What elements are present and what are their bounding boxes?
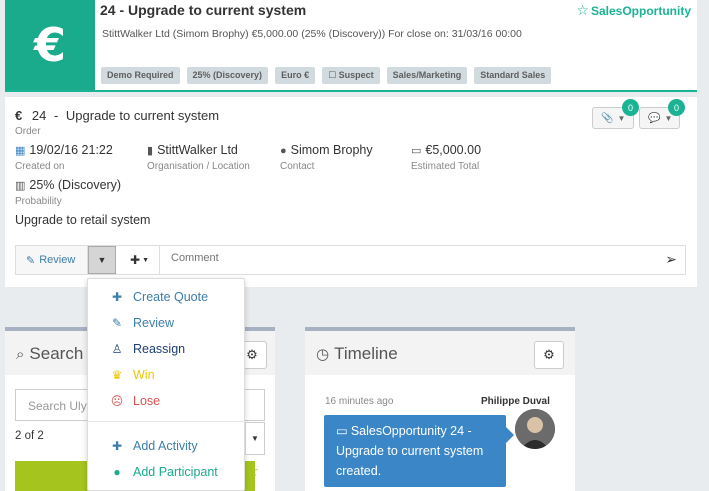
probability-label: Probability [15,196,62,207]
comments-icon: 💬 [648,112,661,124]
timeline-message[interactable]: ▭ SalesOpportunity 24 - Upgrade to curren… [324,415,514,487]
organisation-label: Organisation / Location [147,161,250,172]
tag[interactable]: ☐ Suspect [322,67,380,84]
record-subtitle: StittWalker Ltd (Simom Brophy) €5,000.00… [102,28,522,40]
caret-down-icon: ▼ [97,255,107,265]
record-type-link[interactable]: ☆ SalesOpportunity [576,2,691,19]
created-label: Created on [15,161,65,172]
edit-icon: ✎ [26,254,36,267]
comments-button[interactable]: 💬 ▼ 0 [639,99,685,129]
action-toolbar: ✎Review ▼ ✚▼ ➢ [15,245,686,275]
building-icon: ▮ [147,145,154,157]
attachments-button[interactable]: 📎 ▼ 0 [592,99,639,129]
actions-dropdown-toggle[interactable]: ▼ [88,246,116,274]
timeline-panel-title: ◷ Timeline [316,344,398,363]
calendar-icon: ▦ [15,145,26,157]
menu-item-win[interactable]: ♛ Win [88,364,244,386]
avatar [515,409,555,449]
menu-item-create-quote[interactable]: ✚ Create Quote [88,286,244,308]
tag[interactable]: Standard Sales [474,67,552,84]
paperclip-icon: 📎 [601,112,614,124]
caret-down-icon: ▼ [251,434,259,443]
created-value: ▦ 19/02/16 21:22 [15,143,113,157]
plus-icon: ✚ [111,290,123,304]
tag[interactable]: Demo Required [101,67,180,84]
star-icon[interactable]: ☆ [245,461,259,481]
detail-name: Upgrade to current system [65,108,220,123]
organisation-value[interactable]: ▮ StittWalker Ltd [147,143,238,157]
menu-item-add-participant[interactable]: ● Add Participant [88,461,244,483]
gear-icon: ⚙ [246,347,258,362]
laptop-icon: ▭ [336,424,348,438]
chevron-down-icon: ▼ [617,113,626,123]
timeline-panel: ◷ Timeline ⚙ 16 minutes ago Philippe Duva… [305,327,575,491]
menu-item-review[interactable]: ✎ Review [88,312,244,334]
timeline-author: Philippe Duval [481,396,550,407]
actions-dropdown-menu: ✚ Create Quote ✎ Review ♙ Reassign ♛ Win ☹ Lo… [87,278,245,491]
trophy-icon: ♛ [111,368,123,382]
menu-divider [88,421,244,422]
plus-icon: ✚ [130,253,141,267]
menu-item-reassign[interactable]: ♙ Reassign [88,338,244,360]
barcode-icon: ▥ [15,180,26,192]
tag[interactable]: 25% (Discovery) [186,67,269,84]
record-header-card: € 24 - Upgrade to current system ☆ SalesO… [5,0,697,92]
detail-kind: Order [15,126,41,137]
send-icon[interactable]: ➢ [665,251,677,268]
total-value: ▭ €5,000.00 [411,143,482,157]
probability-value: ▥ 25% (Discovery) [15,178,122,192]
currency-tile: € [5,0,95,90]
add-menu-button[interactable]: ✚ ▼ [120,246,160,274]
user-icon: ● [113,465,121,479]
record-title: 24 - Upgrade to current system [100,2,307,18]
star-icon[interactable]: ☆ [576,2,589,18]
menu-item-lose[interactable]: ☹ Lose [88,390,244,412]
edit-icon: ✎ [111,316,123,330]
timeline-panel-header: ◷ Timeline ⚙ [305,327,575,375]
gear-icon: ⚙ [543,347,555,362]
detail-title: € 24 - Upgrade to current system [15,108,219,123]
record-type-label: SalesOpportunity [590,4,691,18]
comment-input[interactable] [171,252,651,264]
timeline-time: 16 minutes ago [325,396,394,407]
search-filter-toggle[interactable]: ▼ [245,422,265,455]
record-detail-card: € 24 - Upgrade to current system Order 📎… [5,97,697,287]
chevron-down-icon: ▼ [664,113,673,123]
menu-item-add-activity[interactable]: ✚ Add Activity [88,435,244,457]
detail-separator: - [53,108,59,123]
total-label: Estimated Total [411,161,480,172]
detail-description: Upgrade to retail system [15,213,151,227]
clock-icon: ◷ [316,346,330,363]
contact-label: Contact [280,161,315,172]
caret-down-icon: ▼ [142,256,149,264]
tag-list: Demo Required 25% (Discovery) Euro € ☐ S… [101,67,552,84]
euro-icon: € [15,108,23,123]
search-icon: ⌕ [16,346,25,363]
attachments-count-badge: 0 [622,99,639,116]
plus-icon: ✚ [111,439,123,453]
tag[interactable]: Sales/Marketing [386,67,468,84]
search-panel-title: ⌕ Search [16,344,84,363]
frown-icon: ☹ [110,394,124,408]
comments-count-badge: 0 [668,99,685,116]
result-count: 2 of 2 [15,430,44,442]
contact-value[interactable]: ● Simom Brophy [280,143,373,157]
person-icon: ♙ [111,342,123,356]
user-icon: ● [280,145,287,157]
money-icon: ▭ [411,145,422,157]
tag[interactable]: Euro € [275,67,316,84]
review-button[interactable]: ✎ Review [16,246,88,274]
timeline-settings-button[interactable]: ⚙ [534,341,564,369]
detail-number: 24 [31,108,47,123]
